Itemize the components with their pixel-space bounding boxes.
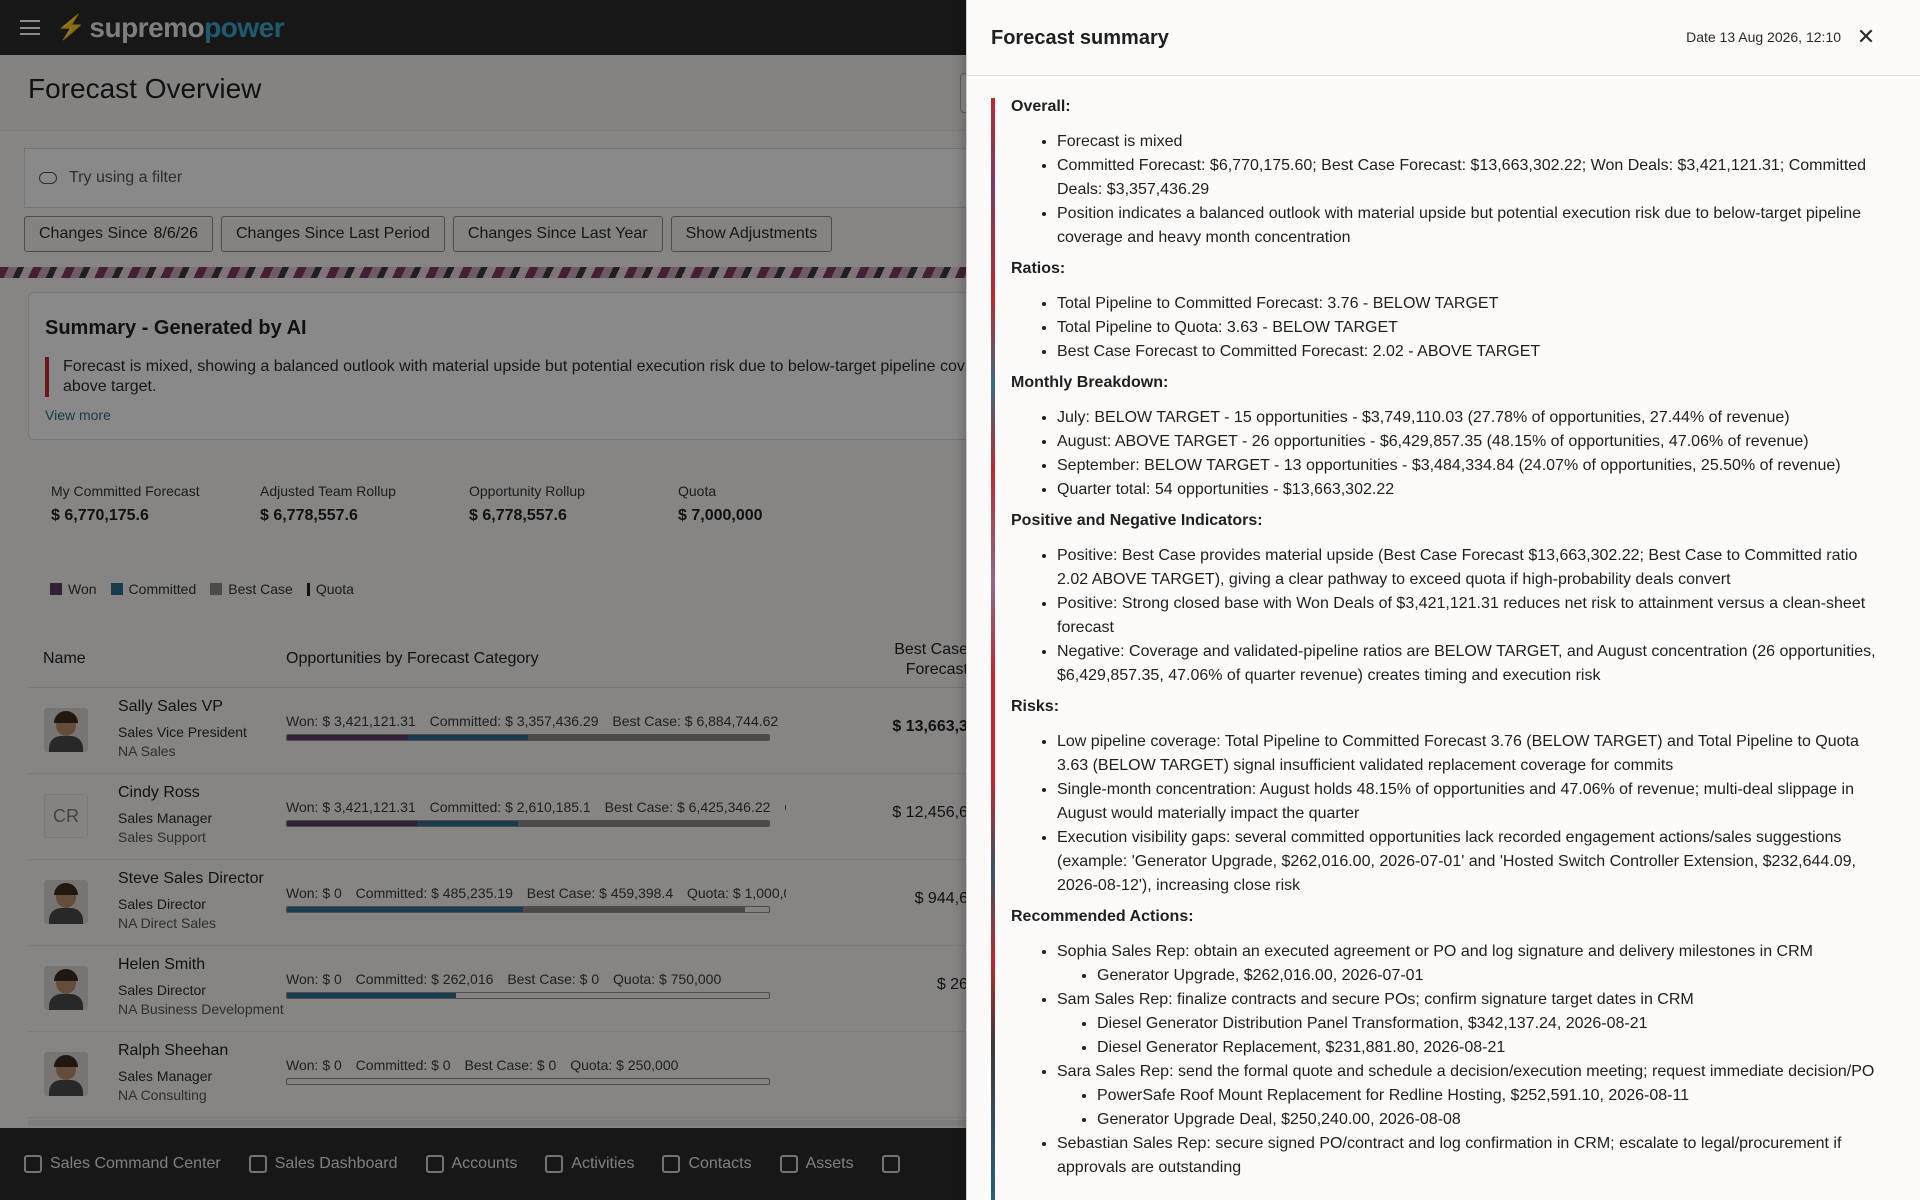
- list-item: August: ABOVE TARGET - 26 opportunities …: [1057, 430, 1891, 454]
- list-item: Total Pipeline to Quota: 3.63 - BELOW TA…: [1057, 316, 1891, 340]
- list-item: Execution visibility gaps: several commi…: [1057, 826, 1891, 898]
- risks-list: Low pipeline coverage: Total Pipeline to…: [1011, 730, 1891, 898]
- action-deals: PowerSafe Roof Mount Replacement for Red…: [1057, 1084, 1891, 1132]
- section-title-indicators: Positive and Negative Indicators:: [1011, 512, 1263, 529]
- list-item: Sam Sales Rep: finalize contracts and se…: [1057, 988, 1891, 1060]
- action-deals: Diesel Generator Distribution Panel Tran…: [1057, 1012, 1891, 1060]
- section-title-risks: Risks:: [1011, 698, 1060, 715]
- action-deals: Generator Upgrade, $262,016.00, 2026-07-…: [1057, 964, 1891, 988]
- actions-list: Sophia Sales Rep: obtain an executed agr…: [1011, 940, 1891, 1180]
- list-item: Positive: Strong closed base with Won De…: [1057, 592, 1891, 640]
- section-title-monthly: Monthly Breakdown:: [1011, 374, 1169, 391]
- section-title-actions: Recommended Actions:: [1011, 908, 1194, 925]
- list-item: Forecast is mixed: [1057, 130, 1891, 154]
- drawer-body: Overall: Forecast is mixed Committed For…: [991, 98, 1891, 1200]
- overall-list: Forecast is mixed Committed Forecast: $6…: [1011, 130, 1891, 250]
- modal-scrim[interactable]: [0, 0, 966, 1200]
- deal-item: Generator Upgrade Deal, $250,240.00, 202…: [1097, 1108, 1891, 1132]
- list-item: Positive: Best Case provides material up…: [1057, 544, 1891, 592]
- action-text: Sara Sales Rep: send the formal quote an…: [1057, 1063, 1875, 1080]
- forecast-summary-drawer: Forecast summary Date 13 Aug 2026, 12:10…: [966, 0, 1920, 1200]
- list-item: September: BELOW TARGET - 13 opportuniti…: [1057, 454, 1891, 478]
- section-title-overall: Overall:: [1011, 98, 1071, 115]
- deal-item: Generator Upgrade, $262,016.00, 2026-07-…: [1097, 964, 1891, 988]
- list-item: Sara Sales Rep: send the formal quote an…: [1057, 1060, 1891, 1132]
- drawer-date: Date 13 Aug 2026, 12:10: [1686, 29, 1841, 45]
- deal-item: PowerSafe Roof Mount Replacement for Red…: [1097, 1084, 1891, 1108]
- drawer-header: Forecast summary Date 13 Aug 2026, 12:10…: [967, 0, 1920, 76]
- monthly-list: July: BELOW TARGET - 15 opportunities - …: [1011, 406, 1891, 502]
- list-item: Sebastian Sales Rep: secure signed PO/co…: [1057, 1132, 1891, 1180]
- action-text: Sam Sales Rep: finalize contracts and se…: [1057, 991, 1694, 1008]
- close-icon[interactable]: ✕: [1853, 24, 1879, 50]
- list-item: Sophia Sales Rep: obtain an executed agr…: [1057, 940, 1891, 988]
- list-item: Committed Forecast: $6,770,175.60; Best …: [1057, 154, 1891, 202]
- indicators-list: Positive: Best Case provides material up…: [1011, 544, 1891, 688]
- list-item: Position indicates a balanced outlook wi…: [1057, 202, 1891, 250]
- list-item: Total Pipeline to Committed Forecast: 3.…: [1057, 292, 1891, 316]
- deal-item: Diesel Generator Distribution Panel Tran…: [1097, 1012, 1891, 1036]
- deal-item: Diesel Generator Replacement, $231,881.8…: [1097, 1036, 1891, 1060]
- list-item: Negative: Coverage and validated-pipelin…: [1057, 640, 1891, 688]
- list-item: Quarter total: 54 opportunities - $13,66…: [1057, 478, 1891, 502]
- action-text: Sophia Sales Rep: obtain an executed agr…: [1057, 943, 1813, 960]
- list-item: Best Case Forecast to Committed Forecast…: [1057, 340, 1891, 364]
- list-item: Single-month concentration: August holds…: [1057, 778, 1891, 826]
- ratios-list: Total Pipeline to Committed Forecast: 3.…: [1011, 292, 1891, 364]
- drawer-title: Forecast summary: [991, 27, 1169, 49]
- section-title-ratios: Ratios:: [1011, 260, 1066, 277]
- list-item: Low pipeline coverage: Total Pipeline to…: [1057, 730, 1891, 778]
- list-item: July: BELOW TARGET - 15 opportunities - …: [1057, 406, 1891, 430]
